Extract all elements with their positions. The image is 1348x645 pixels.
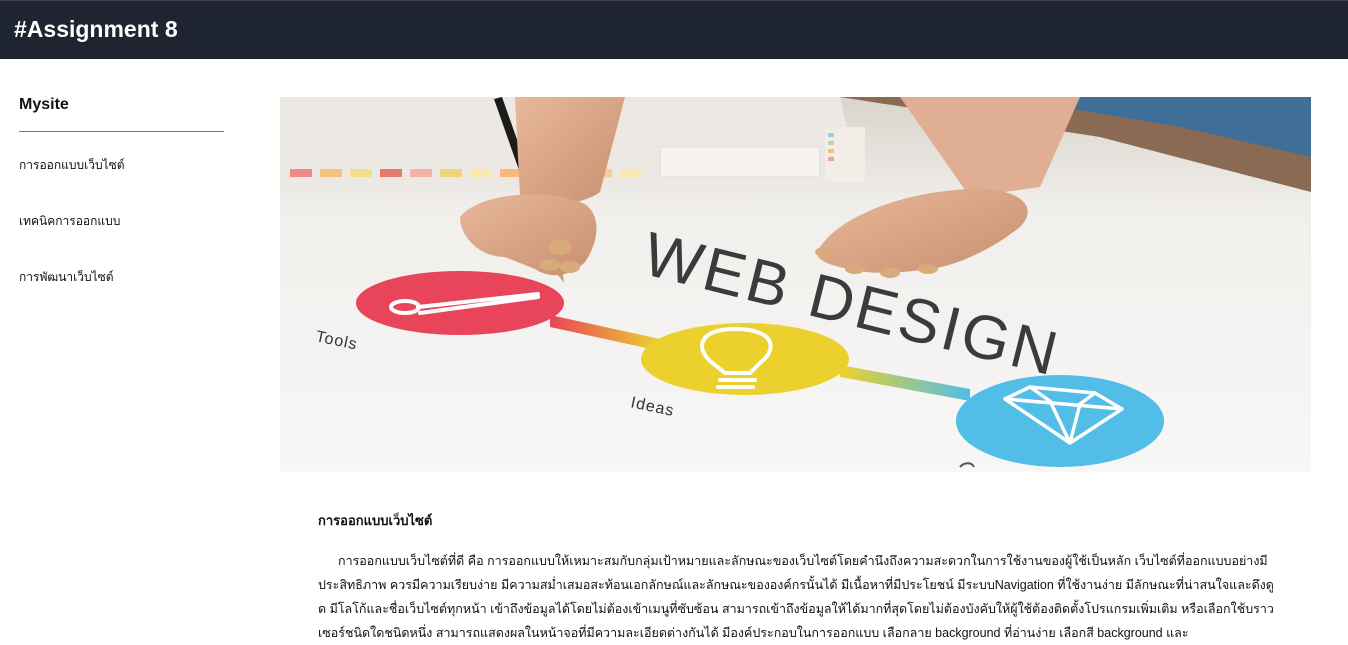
- sidebar-item-web-design[interactable]: การออกแบบเว็บไซต์: [19, 156, 224, 212]
- sidebar: Mysite การออกแบบเว็บไซต์ เทคนิคการออกแบบ…: [19, 96, 224, 324]
- article-body: การออกแบบเว็บไซต์ที่ดี คือ การออกแบบให้เ…: [318, 554, 1274, 640]
- sidebar-brand[interactable]: Mysite: [19, 96, 224, 118]
- sidebar-nav: การออกแบบเว็บไซต์ เทคนิคการออกแบบ การพัฒ…: [19, 156, 224, 324]
- sidebar-divider: [19, 131, 224, 132]
- article-title: การออกแบบเว็บไซต์: [318, 513, 433, 528]
- sidebar-item-design-techniques[interactable]: เทคนิคการออกแบบ: [19, 212, 224, 268]
- ideas-circle: [641, 323, 849, 395]
- hero-image: Tools Ideas WEB DESIGN: [280, 97, 1311, 472]
- top-header: #Assignment 8: [0, 0, 1348, 59]
- sidebar-item-web-development[interactable]: การพัฒนาเว็บไซต์: [19, 268, 224, 324]
- page-title: #Assignment 8: [14, 16, 178, 42]
